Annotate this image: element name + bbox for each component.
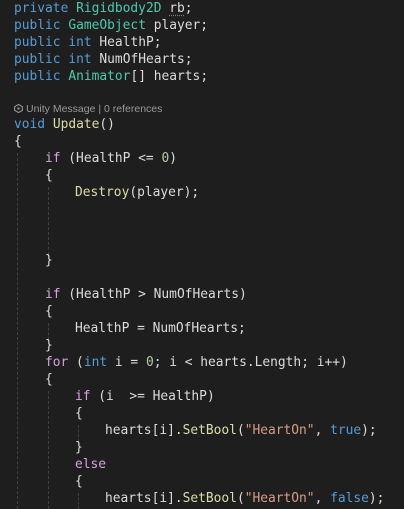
code-line-setbool-true[interactable]: hearts[i].SetBool("HeartOn", true); [105,422,377,439]
condition-prefix: (HealthP <= [60,151,162,166]
brace: { [75,406,83,421]
field-name: hearts [153,69,201,84]
paren: ( [236,491,245,506]
paren: ( [236,423,245,438]
field-line-rb[interactable]: private Rigidbody2D rb; [14,0,193,17]
for-open: ( [68,355,84,370]
setbool-call: SetBool [182,423,237,438]
modifier-keyword: public [14,52,61,67]
method-signature[interactable]: void Update() [14,116,115,133]
brace: } [45,253,53,268]
brace: { [75,474,83,489]
brace: { [14,134,22,149]
field-line-player[interactable]: public GameObject player; [14,17,208,34]
string-literal: "HeartOn" [244,491,315,506]
indent-guide-for [48,391,49,509]
codelens-text: Unity Message | 0 references [26,103,163,115]
modifier-keyword: private [14,1,69,16]
code-editor[interactable]: private Rigidbody2D rb; public GameObjec… [0,0,404,509]
bool-literal: false [330,491,369,506]
brace: } [75,440,83,455]
codelens-hint[interactable]: Unity Message | 0 references [14,102,162,116]
method-params: () [99,117,115,132]
condition: (i >= HealthP) [90,389,215,404]
if-keyword: if [45,287,61,302]
type-name: Animator [68,69,131,84]
brace: { [45,372,53,387]
semicolon: ; [200,18,209,33]
destroy-call: Destroy [75,185,130,200]
type-name: int [68,52,92,67]
assignment: HealthP = NumOfHearts; [75,321,246,336]
condition: (HealthP > NumOfHearts) [60,287,247,302]
paren-close: ); [368,491,385,506]
type-name: GameObject [68,18,146,33]
code-line-brace[interactable]: } [75,439,83,456]
comma: , [314,423,331,438]
if-keyword: if [45,151,61,166]
semicolon: ; [153,35,162,50]
semicolon: ; [200,69,209,84]
if-keyword: if [75,389,91,404]
semicolon: ; [184,52,193,67]
number-literal: 0 [145,355,154,370]
call-args: (player); [129,185,200,200]
code-line-for[interactable]: for (int i = 0; i < hearts.Length; i++) [45,354,348,371]
field-name: HealthP [99,35,154,50]
field-name: player [153,18,201,33]
code-line-assign[interactable]: HealthP = NumOfHearts; [75,320,246,337]
modifier-keyword: public [14,18,61,33]
brace: { [45,168,53,183]
field-line-hearts[interactable]: public Animator[] hearts; [14,68,208,85]
paren-close: ); [361,423,377,438]
type-name: Rigidbody2D [76,1,162,16]
modifier-keyword: public [14,35,61,50]
for-keyword: for [45,355,69,370]
method-name: Update [52,117,100,132]
code-line-destroy[interactable]: Destroy(player); [75,184,199,201]
condition-suffix: ) [169,151,177,166]
call-target: hearts[i]. [105,491,183,506]
code-line-brace[interactable]: } [45,252,53,269]
field-name: NumOfHearts [99,52,185,67]
method-open-brace[interactable]: { [14,133,22,150]
code-line-setbool-false[interactable]: hearts[i].SetBool("HeartOn", false); [105,490,384,507]
code-line-brace[interactable]: { [75,473,83,490]
for-cond: ; i < hearts. [153,355,255,370]
semicolon: ; [184,1,193,16]
for-incr: ; i++) [301,355,348,370]
code-line-brace[interactable]: { [45,303,53,320]
code-line-brace[interactable]: { [45,371,53,388]
string-literal: "HeartOn" [244,423,315,438]
type-name: int [68,35,92,50]
code-line-if-index[interactable]: if (i >= HealthP) [75,388,215,405]
code-line-brace[interactable]: { [45,167,53,184]
length-property: Length [254,355,302,370]
indent-guide-else [78,493,79,509]
comma: , [314,491,331,506]
call-target: hearts[i]. [105,423,183,438]
return-type: void [14,117,46,132]
brace: } [45,338,53,353]
code-line-if-health[interactable]: if (HealthP <= 0) [45,150,177,167]
code-line-else[interactable]: else [75,456,106,473]
field-name: rb [169,1,185,16]
field-line-numofhearts[interactable]: public int NumOfHearts; [14,51,193,68]
indent-guide-if1 [48,187,49,255]
brace: { [45,304,53,319]
setbool-call: SetBool [182,491,237,506]
array-brackets: [] [130,69,146,84]
code-line-brace[interactable]: { [75,405,83,422]
modifier-keyword: public [14,69,61,84]
field-line-healthp[interactable]: public int HealthP; [14,34,162,51]
code-line-brace[interactable]: } [45,337,53,354]
indent-guide-method [17,153,18,509]
int-keyword: int [83,355,108,370]
bool-literal: true [330,423,362,438]
else-keyword: else [75,457,107,472]
code-line-if-max[interactable]: if (HealthP > NumOfHearts) [45,286,247,303]
for-init: i = [107,355,146,370]
unity-icon [14,104,23,113]
